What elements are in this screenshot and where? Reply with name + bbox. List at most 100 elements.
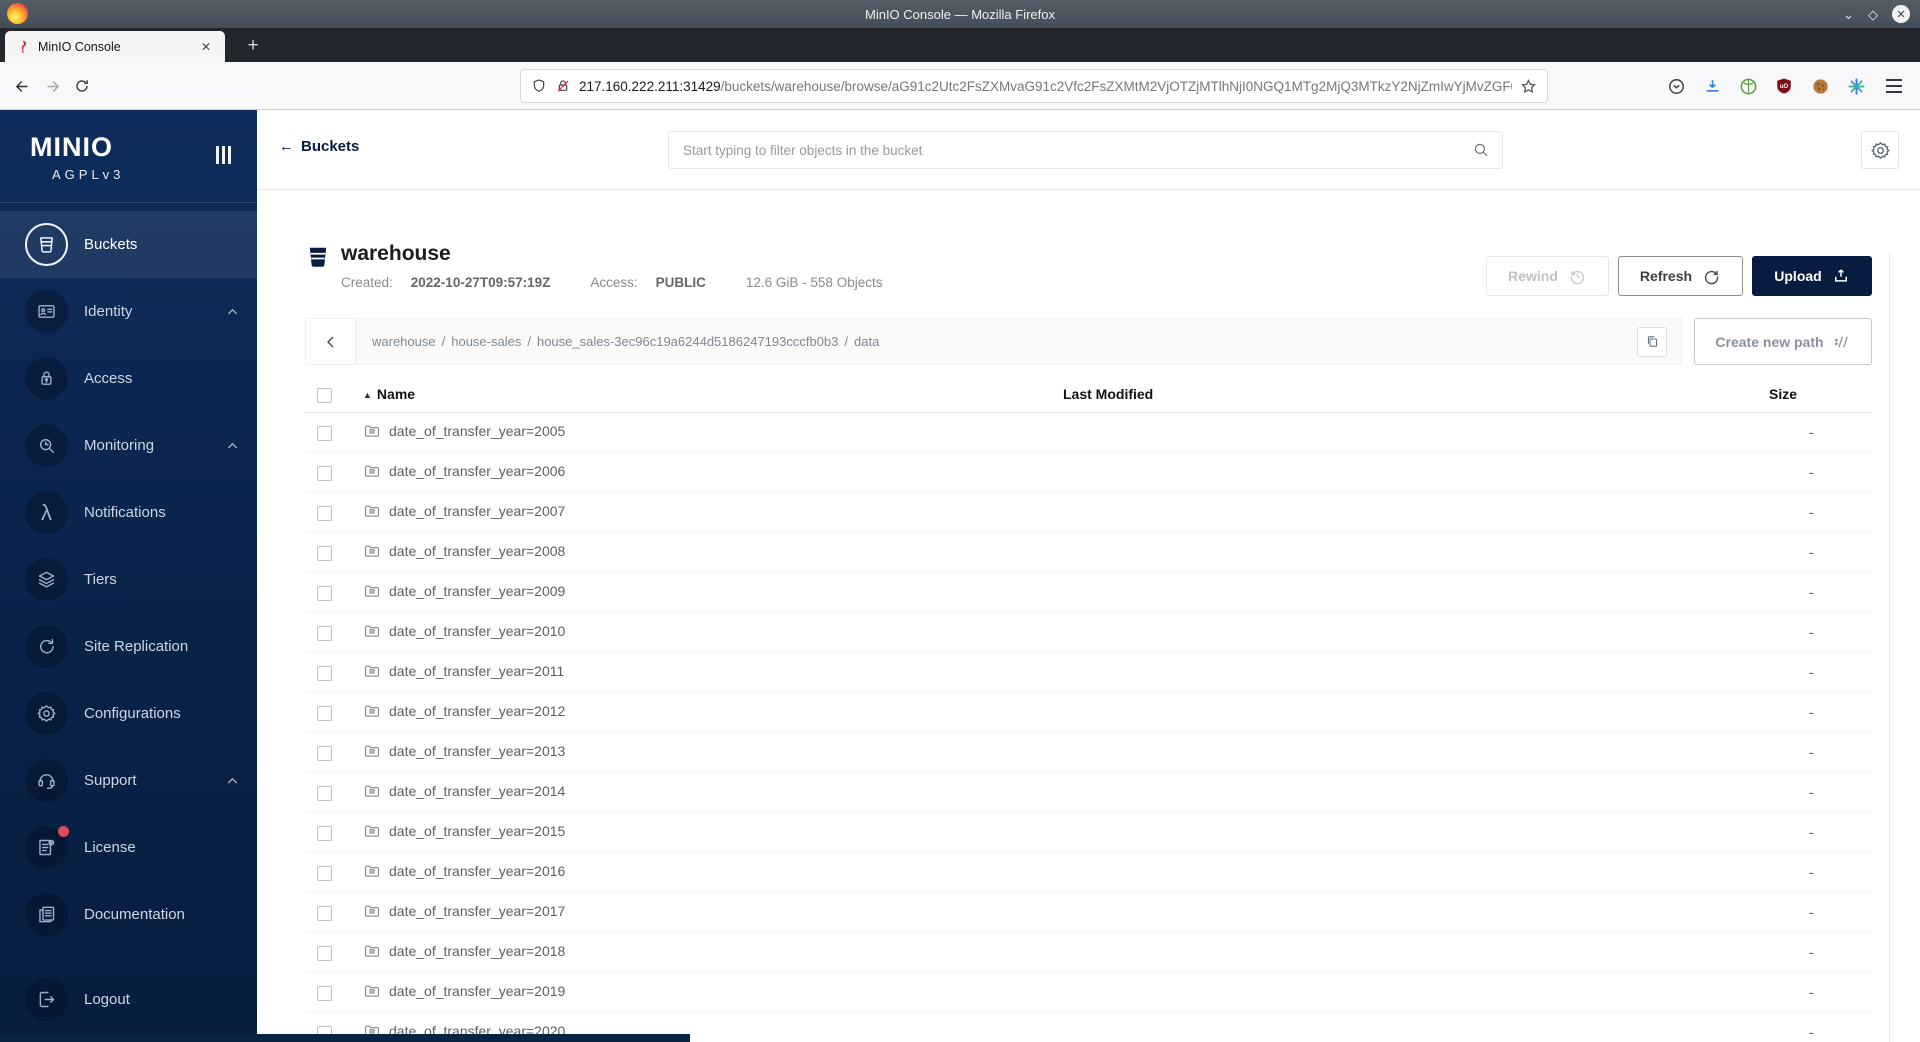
object-name[interactable]: date_of_transfer_year=2007 xyxy=(389,503,565,519)
object-size: - xyxy=(1769,652,1872,693)
object-name[interactable]: date_of_transfer_year=2011 xyxy=(389,663,564,679)
breadcrumb-link[interactable]: warehouse xyxy=(372,334,436,349)
breadcrumb-link[interactable]: house-sales xyxy=(451,334,521,349)
sidebar-item-license[interactable]: License xyxy=(0,814,257,881)
window-minimize-icon[interactable]: ⌄ xyxy=(1843,8,1854,21)
object-size: - xyxy=(1769,612,1872,653)
object-name[interactable]: date_of_transfer_year=2008 xyxy=(389,543,565,559)
sidebar-item-configurations[interactable]: Configurations xyxy=(0,680,257,747)
table-row[interactable]: date_of_transfer_year=2017 - xyxy=(305,892,1872,933)
table-row[interactable]: date_of_transfer_year=2010 - xyxy=(305,612,1872,653)
tab-close-icon[interactable]: ✕ xyxy=(197,38,215,56)
breadcrumb-separator: / xyxy=(844,334,849,349)
sidebar-item-documentation[interactable]: Documentation xyxy=(0,881,257,948)
rewind-button[interactable]: Rewind xyxy=(1486,256,1609,296)
object-name[interactable]: date_of_transfer_year=2006 xyxy=(389,463,565,479)
object-name[interactable]: date_of_transfer_year=2014 xyxy=(389,783,565,799)
create-new-path-button[interactable]: Create new path xyxy=(1694,318,1872,365)
ublock-origin-extension-icon[interactable]: uO xyxy=(1772,74,1796,98)
insecure-lock-icon[interactable] xyxy=(555,78,571,94)
search-input[interactable] xyxy=(681,141,1472,159)
breadcrumb-link[interactable]: data xyxy=(854,334,879,349)
row-checkbox[interactable] xyxy=(317,785,332,801)
row-checkbox[interactable] xyxy=(317,945,332,961)
nav-reload-button[interactable] xyxy=(68,72,96,100)
sidebar-item-site-replication[interactable]: Site Replication xyxy=(0,613,257,680)
row-checkbox[interactable] xyxy=(317,905,332,921)
table-row[interactable]: date_of_transfer_year=2008 - xyxy=(305,532,1872,573)
nav-forward-button[interactable] xyxy=(38,72,66,100)
refresh-button[interactable]: Refresh xyxy=(1618,256,1743,296)
bookmark-star-icon[interactable] xyxy=(1520,78,1537,95)
table-row[interactable]: date_of_transfer_year=2006 - xyxy=(305,452,1872,493)
object-name[interactable]: date_of_transfer_year=2010 xyxy=(389,623,565,639)
object-name[interactable]: date_of_transfer_year=2017 xyxy=(389,903,565,919)
upload-button[interactable]: Upload xyxy=(1752,256,1872,296)
copy-path-button[interactable] xyxy=(1637,326,1667,357)
rewind-history-icon xyxy=(1570,270,1585,284)
minio-brand: MINIO AGPLv3 xyxy=(0,110,257,182)
row-checkbox[interactable] xyxy=(317,865,332,881)
nav-back-button[interactable] xyxy=(8,72,36,100)
spark-extension-icon[interactable] xyxy=(1844,74,1868,98)
sidebar-item-notifications[interactable]: λ Notifications xyxy=(0,479,257,546)
table-row[interactable]: date_of_transfer_year=2016 - xyxy=(305,852,1872,893)
object-name[interactable]: date_of_transfer_year=2013 xyxy=(389,743,565,759)
object-name[interactable]: date_of_transfer_year=2019 xyxy=(389,983,565,999)
pocket-extension-icon[interactable] xyxy=(1664,74,1688,98)
object-name[interactable]: date_of_transfer_year=2016 xyxy=(389,863,565,879)
new-tab-button[interactable]: + xyxy=(238,31,268,61)
menu-hamburger-icon[interactable] xyxy=(1882,74,1906,98)
row-checkbox[interactable] xyxy=(317,505,332,521)
object-name[interactable]: date_of_transfer_year=2018 xyxy=(389,943,565,959)
shield-icon[interactable] xyxy=(531,78,547,94)
row-checkbox[interactable] xyxy=(317,625,332,641)
browser-tab-minio-console[interactable]: MinIO Console ✕ xyxy=(5,31,225,62)
sidebar-item-tiers[interactable]: Tiers xyxy=(0,546,257,613)
sidebar-item-access[interactable]: Access xyxy=(0,345,257,412)
sidebar-item-support[interactable]: Support xyxy=(0,747,257,814)
privacy-badger-extension-icon[interactable] xyxy=(1736,74,1760,98)
sidebar-item-monitoring[interactable]: Monitoring xyxy=(0,412,257,479)
row-checkbox[interactable] xyxy=(317,985,332,1001)
sidebar-item-identity[interactable]: Identity xyxy=(0,278,257,345)
object-name[interactable]: date_of_transfer_year=2015 xyxy=(389,823,565,839)
bucket-actions: Rewind Refresh Upload xyxy=(1486,256,1872,296)
table-row[interactable]: date_of_transfer_year=2015 - xyxy=(305,812,1872,853)
table-row[interactable]: date_of_transfer_year=2014 - xyxy=(305,772,1872,813)
cookie-extension-icon[interactable] xyxy=(1808,74,1832,98)
select-all-checkbox[interactable] xyxy=(317,387,332,403)
window-maximize-icon[interactable]: ◇ xyxy=(1868,8,1878,21)
path-back-button[interactable] xyxy=(306,319,356,364)
url-bar[interactable]: 217.160.222.211:31429/buckets/warehouse/… xyxy=(520,69,1548,103)
table-row[interactable]: date_of_transfer_year=2011 - xyxy=(305,652,1872,693)
table-row[interactable]: date_of_transfer_year=2007 - xyxy=(305,492,1872,533)
row-checkbox[interactable] xyxy=(317,425,332,441)
row-checkbox[interactable] xyxy=(317,825,332,841)
row-checkbox[interactable] xyxy=(317,545,332,561)
table-row[interactable]: date_of_transfer_year=2012 - xyxy=(305,692,1872,733)
window-close-icon[interactable]: ✕ xyxy=(1892,5,1910,23)
row-checkbox[interactable] xyxy=(317,585,332,601)
sidebar-item-buckets[interactable]: Buckets xyxy=(0,211,257,278)
sidebar-item-logout[interactable]: Logout xyxy=(0,966,257,1033)
object-name[interactable]: date_of_transfer_year=2012 xyxy=(389,703,565,719)
downloads-icon[interactable] xyxy=(1700,74,1724,98)
table-row[interactable]: date_of_transfer_year=2018 - xyxy=(305,932,1872,973)
breadcrumb-link[interactable]: house_sales-3ec96c19a6244d5186247193cccf… xyxy=(537,334,838,349)
settings-gear-button[interactable] xyxy=(1861,131,1899,169)
table-row[interactable]: date_of_transfer_year=2005 - xyxy=(305,412,1872,453)
object-name[interactable]: date_of_transfer_year=2005 xyxy=(389,423,565,439)
back-to-buckets-link[interactable]: ← Buckets xyxy=(279,138,359,155)
table-row[interactable]: date_of_transfer_year=2019 - xyxy=(305,972,1872,1013)
table-row[interactable]: date_of_transfer_year=2013 - xyxy=(305,732,1872,773)
row-checkbox[interactable] xyxy=(317,745,332,761)
row-checkbox[interactable] xyxy=(317,705,332,721)
sidebar-collapse-icon[interactable] xyxy=(216,146,231,164)
row-checkbox[interactable] xyxy=(317,665,332,681)
column-header-name[interactable]: ▲ Name xyxy=(363,377,1063,413)
object-filter-search[interactable] xyxy=(668,131,1503,169)
table-row[interactable]: date_of_transfer_year=2009 - xyxy=(305,572,1872,613)
row-checkbox[interactable] xyxy=(317,465,332,481)
object-name[interactable]: date_of_transfer_year=2009 xyxy=(389,583,565,599)
